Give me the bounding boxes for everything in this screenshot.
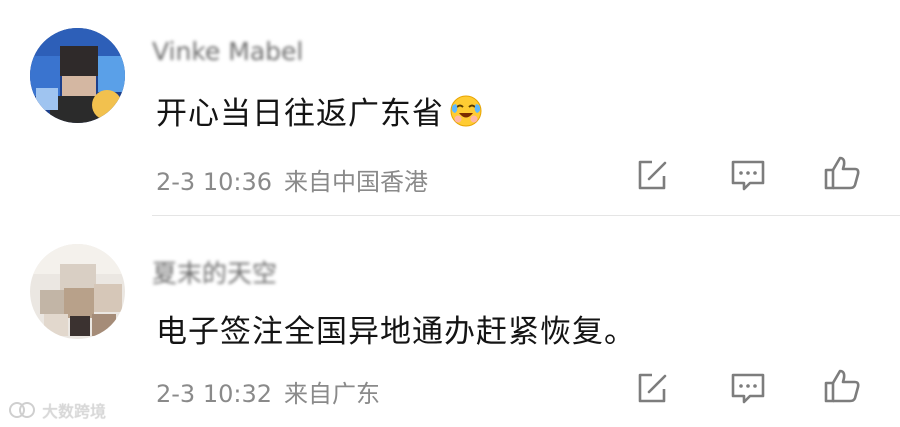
comment-text-content: 电子签注全国异地通办赶紧恢复。 bbox=[156, 314, 636, 350]
share-button[interactable] bbox=[632, 368, 672, 408]
comment-text-content: 开心当日往返广东省 bbox=[156, 96, 444, 132]
username[interactable]: Vinke Mabel bbox=[152, 37, 303, 66]
comment-text: 电子签注全国异地通办赶紧恢复。 bbox=[156, 306, 636, 351]
avatar[interactable] bbox=[30, 28, 125, 123]
like-button[interactable] bbox=[822, 153, 862, 193]
share-button[interactable] bbox=[632, 155, 672, 195]
reply-button[interactable] bbox=[728, 155, 768, 195]
like-button[interactable] bbox=[822, 366, 862, 406]
location: 来自广东 bbox=[284, 380, 380, 408]
comment-item: Vinke Mabel 开心当日往返广东省 2-3 10:36 来自中国香港 bbox=[0, 0, 900, 215]
like-icon bbox=[824, 369, 860, 403]
share-icon bbox=[638, 373, 667, 403]
reply-icon bbox=[731, 373, 765, 404]
crying-laughing-face-icon bbox=[450, 95, 482, 127]
reply-button[interactable] bbox=[728, 368, 768, 408]
timestamp: 2-3 10:36 bbox=[156, 168, 272, 196]
location: 来自中国香港 bbox=[284, 168, 428, 196]
watermark-text: 大数跨境 bbox=[42, 402, 107, 421]
comment-meta: 2-3 10:36 来自中国香港 bbox=[156, 162, 428, 197]
reply-icon bbox=[731, 160, 765, 191]
share-icon bbox=[638, 160, 667, 190]
comment-item: 夏末的天空 电子签注全国异地通办赶紧恢复。 2-3 10:32 来自广东 bbox=[0, 216, 900, 427]
watermark-logo-icon bbox=[9, 402, 35, 418]
timestamp: 2-3 10:32 bbox=[156, 380, 272, 408]
comment-meta: 2-3 10:32 来自广东 bbox=[156, 374, 380, 409]
like-icon bbox=[824, 156, 860, 190]
avatar[interactable] bbox=[30, 244, 125, 339]
comment-text: 开心当日往返广东省 bbox=[156, 88, 484, 133]
watermark: 大数跨境 bbox=[8, 398, 106, 422]
username[interactable]: 夏末的天空 bbox=[152, 254, 277, 290]
